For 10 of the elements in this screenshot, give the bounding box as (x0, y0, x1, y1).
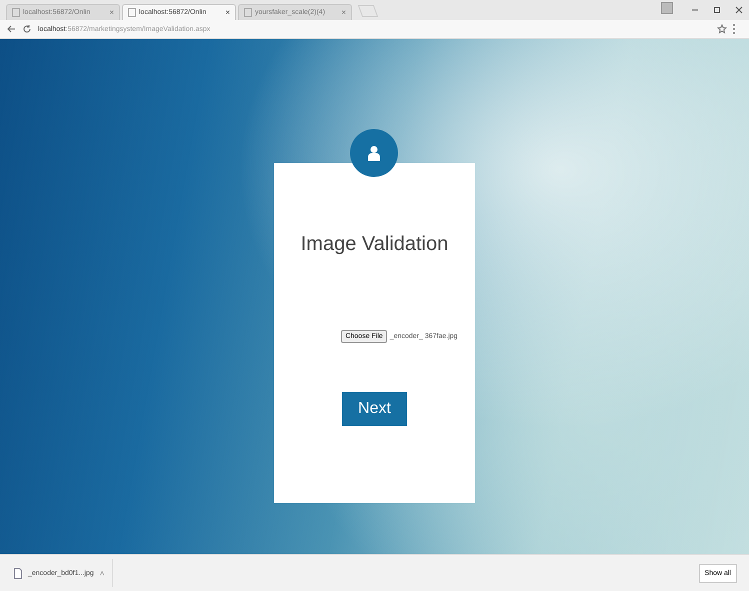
page-icon (128, 8, 136, 17)
file-icon (14, 568, 22, 578)
next-button[interactable]: Next (342, 392, 407, 426)
page-icon (244, 8, 252, 17)
reload-icon[interactable] (22, 24, 32, 34)
close-icon[interactable]: × (225, 8, 230, 17)
star-icon[interactable] (717, 24, 727, 34)
card-title: Image Validation (300, 233, 448, 256)
back-icon[interactable] (6, 24, 16, 34)
page-icon (12, 8, 20, 17)
